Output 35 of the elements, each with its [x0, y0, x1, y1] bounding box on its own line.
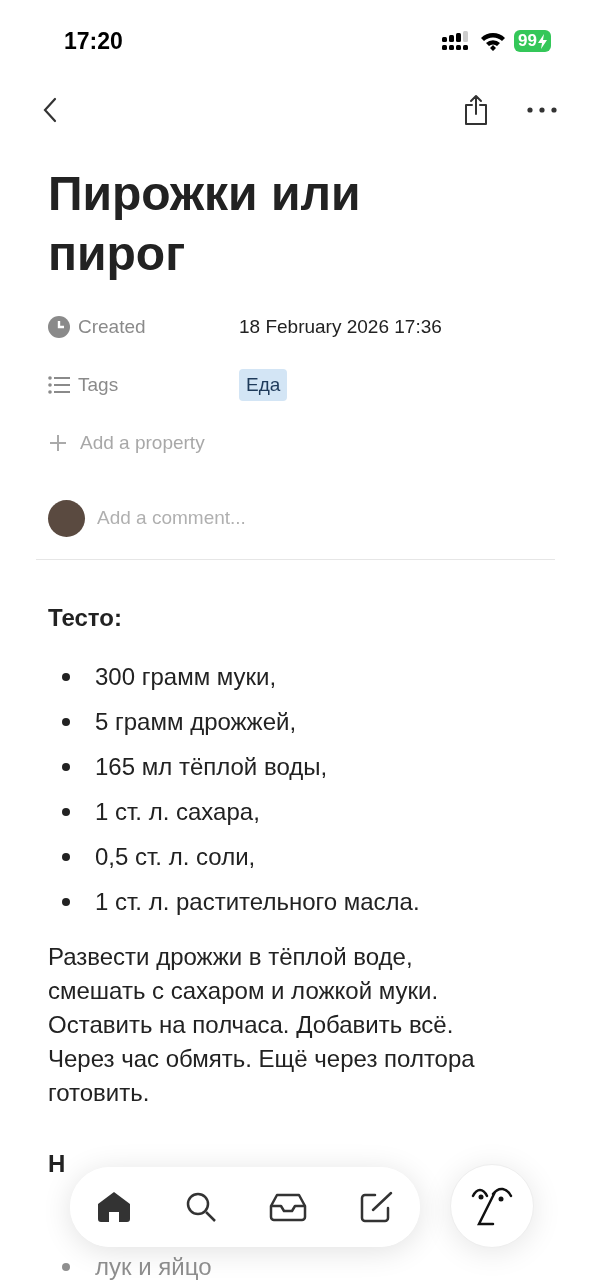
bullet-icon [62, 807, 70, 816]
home-icon[interactable] [96, 1191, 132, 1223]
list-item: 1 ст. л. растительного масла. [95, 886, 420, 917]
bullet-icon [62, 1263, 70, 1271]
share-icon[interactable] [463, 94, 489, 126]
avatar [48, 500, 85, 537]
status-time: 17:20 [64, 26, 123, 56]
bullet-icon [62, 672, 70, 681]
section-heading: Тесто: [48, 603, 122, 633]
bullet-icon [62, 762, 70, 771]
list-item: 300 грамм муки, [95, 661, 277, 692]
search-icon[interactable] [184, 1191, 217, 1223]
property-label: Created [78, 314, 146, 339]
property-value[interactable]: 18 February 2026 17:36 [239, 312, 442, 342]
charging-bolt-icon [538, 33, 547, 49]
battery-indicator: 99 [514, 30, 551, 52]
property-label: Tags [78, 372, 119, 397]
list-item: 1 ст. л. сахара, [95, 796, 260, 827]
tag[interactable]: Еда [239, 368, 288, 402]
list-item: 5 грамм дрожжей, [95, 706, 297, 737]
edit-icon[interactable] [359, 1191, 394, 1223]
section-heading: Н [48, 1149, 66, 1179]
clock-icon [48, 316, 70, 338]
more-icon[interactable] [527, 107, 557, 113]
page-title: Пирожки или пирог [48, 166, 362, 282]
bullet-icon [62, 717, 70, 726]
list-item: 0,5 ст. л. соли, [95, 841, 256, 872]
paragraph: Развести дрожжи в тёплой воде, смешать с сахаром и ложкой муки. Оставить на полчаса. Добавить всё. Через час обмять. Ещё через полтора готовить. [48, 942, 476, 1108]
inbox-icon[interactable] [269, 1192, 308, 1222]
bullet-icon [62, 852, 70, 861]
list-item: 165 мл тёплой воды, [95, 751, 328, 782]
list-item: лук и яйцо [95, 1254, 212, 1280]
bullet-icon [62, 897, 70, 906]
list-icon [48, 376, 70, 394]
wifi-icon [480, 31, 507, 51]
